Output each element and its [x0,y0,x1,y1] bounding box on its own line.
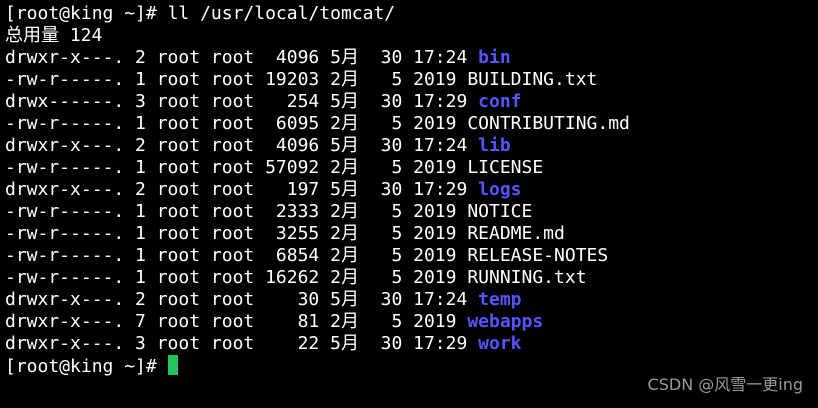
listing-row: -rw-r-----. 1 root root 57092 2月 5 2019 … [5,157,818,179]
entry-metadata: -rw-r-----. 1 root root 3255 2月 5 2019 [5,223,468,244]
listing-row: drwx------. 3 root root 254 5月 30 17:29 … [5,91,818,113]
listing-row: -rw-r-----. 1 root root 2333 2月 5 2019 N… [5,201,818,223]
file-name: CONTRIBUTING.md [467,113,630,134]
listing-row: -rw-r-----. 1 root root 16262 2月 5 2019 … [5,267,818,289]
listing-row: -rw-r-----. 1 root root 3255 2月 5 2019 R… [5,223,818,245]
entry-metadata: -rw-r-----. 1 root root 2333 2月 5 2019 [5,201,468,222]
entry-metadata: -rw-r-----. 1 root root 6095 2月 5 2019 [5,113,468,134]
directory-name: lib [478,135,511,156]
listing-row: drwxr-x---. 2 root root 4096 5月 30 17:24… [5,47,818,69]
listing-row: drwxr-x---. 7 root root 81 2月 5 2019 web… [5,311,818,333]
entry-metadata: drwx------. 3 root root 254 5月 30 17:29 [5,91,479,112]
directory-name: webapps [467,311,544,332]
shell-prompt: [root@king ~]# [5,356,168,377]
terminal-window[interactable]: [root@king ~]# ll /usr/local/tomcat/ 总用量… [0,0,818,408]
entry-metadata: drwxr-x---. 3 root root 22 5月 30 17:29 [5,333,479,354]
listing-row: drwxr-x---. 2 root root 197 5月 30 17:29 … [5,179,818,201]
listing-row: drwxr-x---. 3 root root 22 5月 30 17:29 w… [5,333,818,355]
entry-metadata: drwxr-x---. 2 root root 197 5月 30 17:29 [5,179,479,200]
file-name: RUNNING.txt [467,267,587,288]
file-name: RELEASE-NOTES [467,245,609,266]
text-cursor [167,355,178,375]
total-line: 总用量 124 [5,25,103,46]
command-text: ll /usr/local/tomcat/ [167,3,396,24]
entry-metadata: -rw-r-----. 1 root root 16262 2月 5 2019 [5,267,468,288]
file-listing: drwxr-x---. 2 root root 4096 5月 30 17:24… [5,47,818,355]
file-name: NOTICE [467,201,533,222]
file-name: BUILDING.txt [467,69,598,90]
entry-metadata: drwxr-x---. 2 root root 4096 5月 30 17:24 [5,135,479,156]
entry-metadata: -rw-r-----. 1 root root 6854 2月 5 2019 [5,245,468,266]
command-line: [root@king ~]# ll /usr/local/tomcat/ [5,3,818,25]
watermark: CSDN @风雪一更ing [647,375,803,394]
directory-name: temp [478,289,522,310]
listing-row: -rw-r-----. 1 root root 6095 2月 5 2019 C… [5,113,818,135]
shell-prompt: [root@king ~]# [5,3,168,24]
directory-name: conf [478,91,522,112]
listing-row: -rw-r-----. 1 root root 6854 2月 5 2019 R… [5,245,818,267]
entry-metadata: drwxr-x---. 2 root root 4096 5月 30 17:24 [5,47,479,68]
entry-metadata: -rw-r-----. 1 root root 57092 2月 5 2019 [5,157,468,178]
directory-name: bin [478,47,511,68]
entry-metadata: drwxr-x---. 7 root root 81 2月 5 2019 [5,311,468,332]
directory-name: logs [478,179,522,200]
directory-name: work [478,333,522,354]
listing-row: drwxr-x---. 2 root root 30 5月 30 17:24 t… [5,289,818,311]
file-name: LICENSE [467,157,544,178]
listing-row: drwxr-x---. 2 root root 4096 5月 30 17:24… [5,135,818,157]
file-name: README.md [467,223,565,244]
listing-row: -rw-r-----. 1 root root 19203 2月 5 2019 … [5,69,818,91]
entry-metadata: drwxr-x---. 2 root root 30 5月 30 17:24 [5,289,479,310]
entry-metadata: -rw-r-----. 1 root root 19203 2月 5 2019 [5,69,468,90]
